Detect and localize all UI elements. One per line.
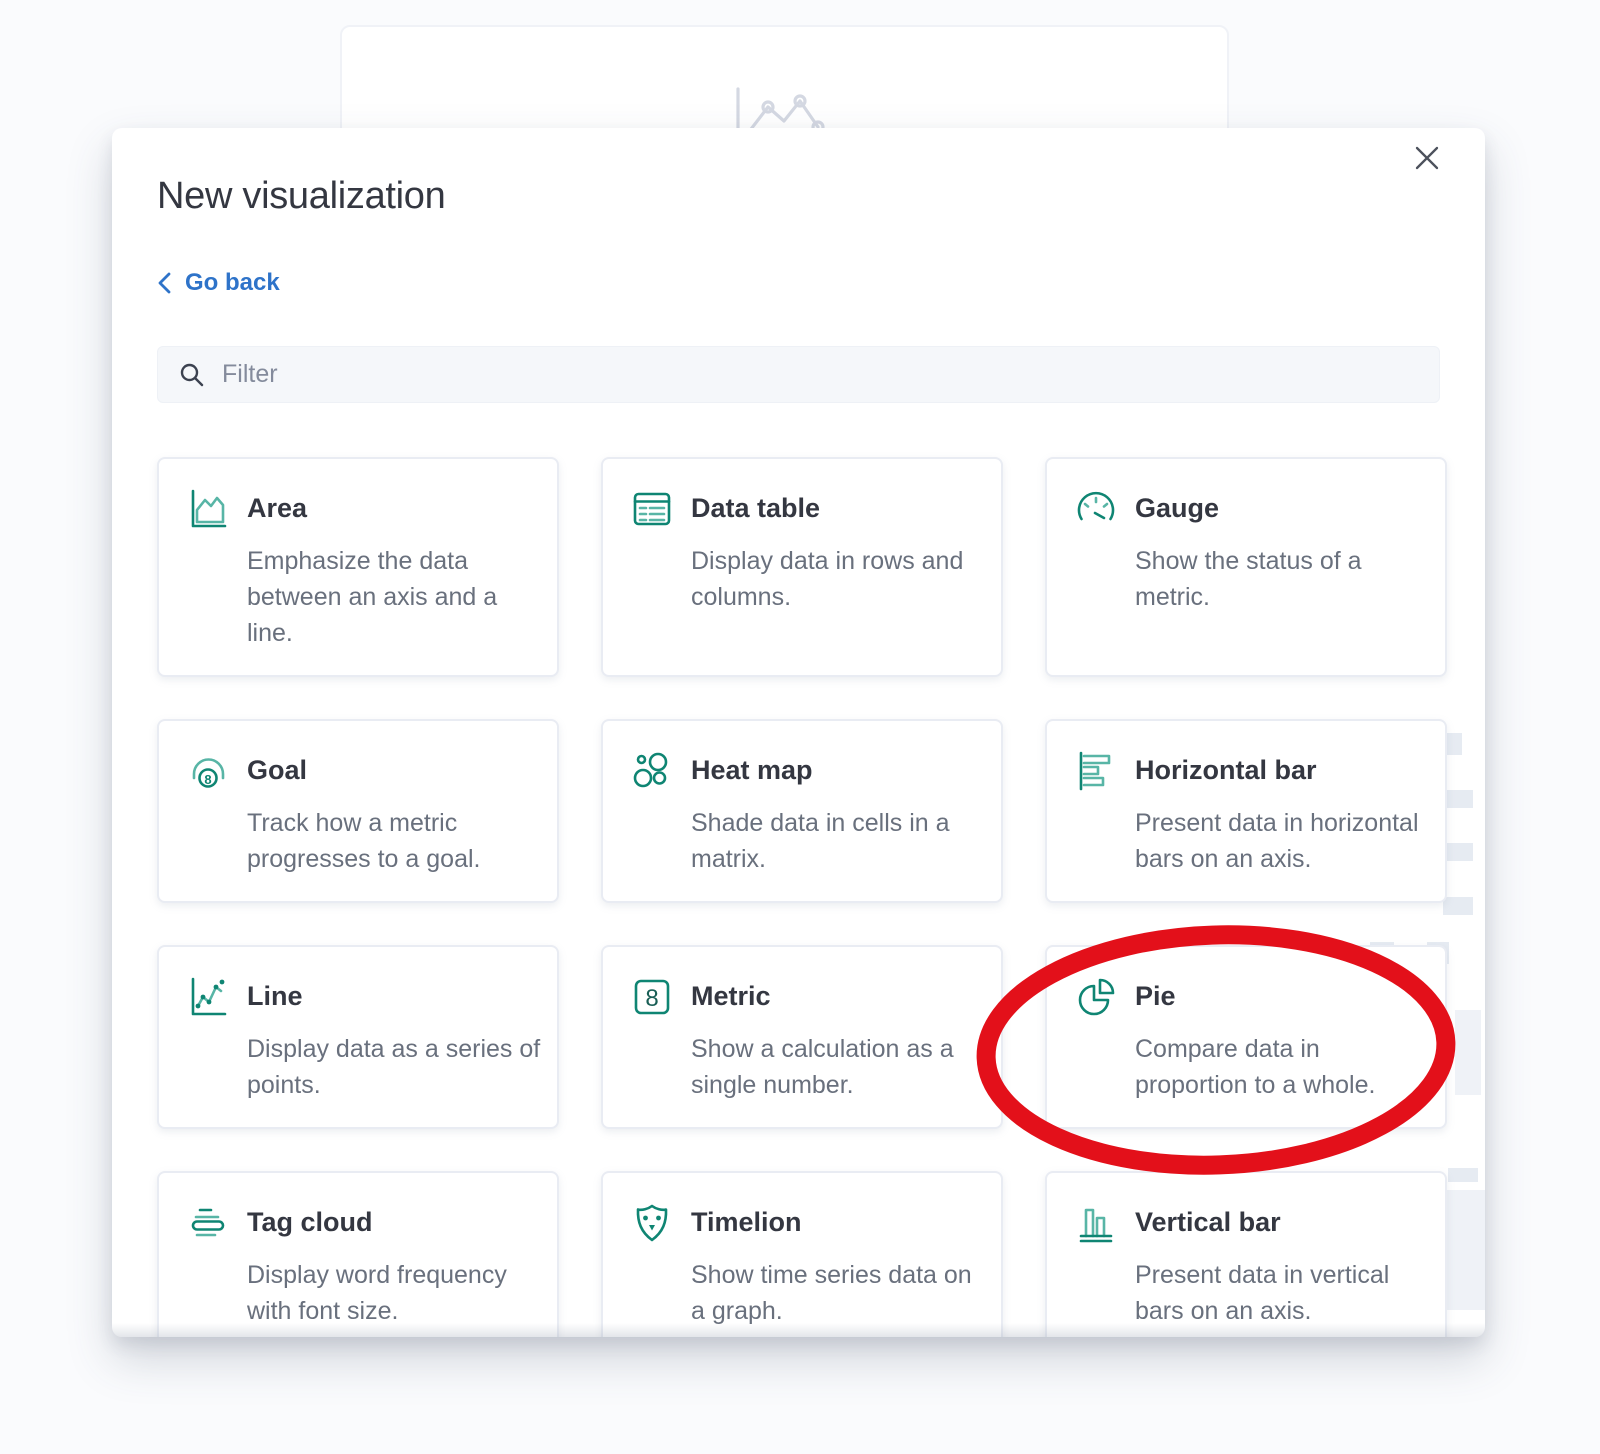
viz-card-timelion[interactable]: Timelion Show time series data on a grap…	[601, 1171, 1003, 1337]
card-description: Present data in horizontal bars on an ax…	[1135, 805, 1435, 877]
data-table-icon	[629, 486, 675, 532]
viz-card-heat-map[interactable]: Heat map Shade data in cells in a matrix…	[601, 719, 1003, 903]
chevron-left-icon	[157, 271, 172, 295]
viz-card-horizontal-bar[interactable]: Horizontal bar Present data in horizonta…	[1045, 719, 1447, 903]
vertical-bar-icon	[1073, 1200, 1119, 1246]
viz-card-line[interactable]: Line Display data as a series of points.	[157, 945, 559, 1129]
viz-card-goal[interactable]: 8 Goal Track how a metric progresses to …	[157, 719, 559, 903]
card-title: Data table	[691, 485, 991, 531]
filter-input[interactable]	[157, 346, 1440, 403]
card-description: Display data in rows and columns.	[691, 543, 991, 615]
scroll-fade	[112, 1323, 1485, 1337]
card-description: Display data as a series of points.	[247, 1031, 547, 1103]
viz-card-metric[interactable]: 8 Metric Show a calculation as a single …	[601, 945, 1003, 1129]
area-chart-icon	[185, 486, 231, 532]
close-icon	[1414, 145, 1440, 171]
go-back-link[interactable]: Go back	[157, 268, 280, 298]
svg-text:8: 8	[645, 985, 658, 1012]
tag-cloud-icon	[185, 1200, 231, 1246]
page-title: New visualization	[157, 174, 1440, 218]
card-title: Gauge	[1135, 485, 1435, 531]
gauge-icon	[1073, 486, 1119, 532]
card-description: Show a calculation as a single number.	[691, 1031, 991, 1103]
card-title: Tag cloud	[247, 1199, 547, 1245]
heat-map-icon	[629, 748, 675, 794]
card-description: Track how a metric progresses to a goal.	[247, 805, 547, 877]
card-description: Emphasize the data between an axis and a…	[247, 543, 547, 651]
new-visualization-modal: New visualization Go back	[112, 128, 1485, 1337]
goal-icon: 8	[185, 748, 231, 794]
card-title: Metric	[691, 973, 991, 1019]
line-chart-icon	[185, 974, 231, 1020]
horizontal-bar-icon	[1073, 748, 1119, 794]
visualization-grid: Area Emphasize the data between an axis …	[157, 457, 1440, 1337]
card-title: Vertical bar	[1135, 1199, 1435, 1245]
card-title: Pie	[1135, 973, 1435, 1019]
card-title: Heat map	[691, 747, 991, 793]
card-title: Area	[247, 485, 547, 531]
card-description: Present data in vertical bars on an axis…	[1135, 1257, 1435, 1329]
card-description: Display word frequency with font size.	[247, 1257, 547, 1329]
viz-card-gauge[interactable]: Gauge Show the status of a metric.	[1045, 457, 1447, 677]
go-back-label: Go back	[185, 269, 280, 297]
viz-card-area[interactable]: Area Emphasize the data between an axis …	[157, 457, 559, 677]
card-description: Show the status of a metric.	[1135, 543, 1435, 615]
metric-icon: 8	[629, 974, 675, 1020]
card-title: Line	[247, 973, 547, 1019]
viz-card-pie[interactable]: Pie Compare data in proportion to a whol…	[1045, 945, 1447, 1129]
viz-card-data-table[interactable]: Data table Display data in rows and colu…	[601, 457, 1003, 677]
card-title: Timelion	[691, 1199, 991, 1245]
search-icon	[178, 361, 206, 389]
svg-text:8: 8	[204, 772, 211, 787]
viz-card-vertical-bar[interactable]: Vertical bar Present data in vertical ba…	[1045, 1171, 1447, 1337]
timelion-icon	[629, 1200, 675, 1246]
page-background: New visualization Go back	[0, 0, 1600, 1454]
card-description: Shade data in cells in a matrix.	[691, 805, 991, 877]
pie-chart-icon	[1073, 974, 1119, 1020]
card-description: Compare data in proportion to a whole.	[1135, 1031, 1435, 1103]
card-description: Show time series data on a graph.	[691, 1257, 991, 1329]
card-title: Goal	[247, 747, 547, 793]
card-title: Horizontal bar	[1135, 747, 1435, 793]
close-button[interactable]	[1405, 136, 1449, 180]
viz-card-tag-cloud[interactable]: Tag cloud Display word frequency with fo…	[157, 1171, 559, 1337]
